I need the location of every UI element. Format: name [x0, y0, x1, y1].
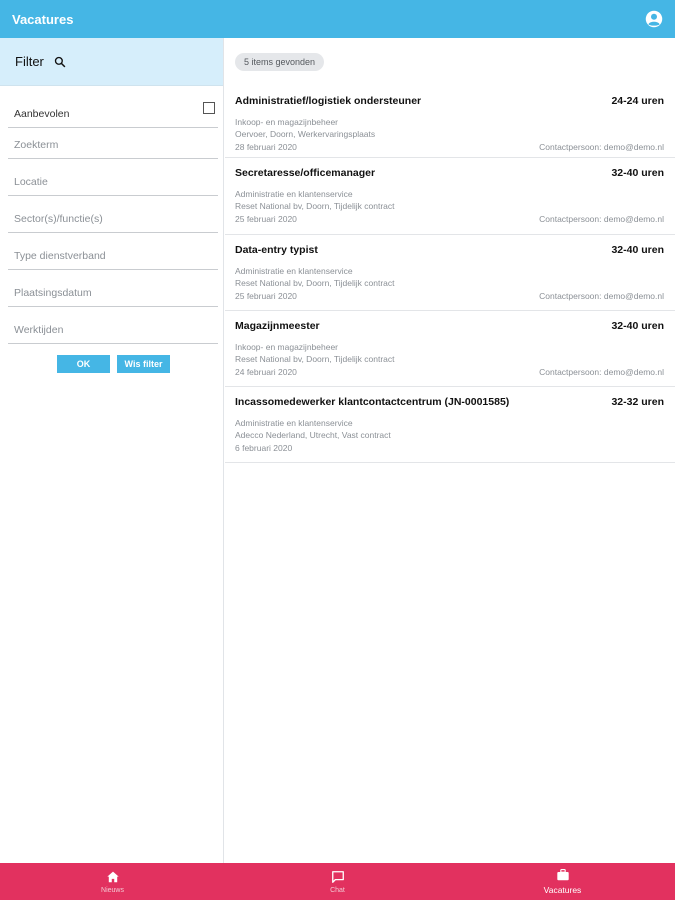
- vacancy-category: Inkoop- en magazijnbeheer: [235, 117, 339, 127]
- page-title: Vacatures: [12, 11, 74, 27]
- app: Vacatures Filter Aanbevolen Zoekterm Loc…: [0, 0, 675, 900]
- vacancy-contact: Contactpersoon: demo@demo.nl: [539, 291, 664, 301]
- vacancy-category: Administratie en klantenservice: [235, 189, 353, 199]
- vacancy-category: Administratie en klantenservice: [235, 418, 353, 428]
- bottom-navigation: Nieuws Chat Vacatures: [0, 863, 675, 900]
- zoekterm-field[interactable]: Zoekterm: [8, 128, 218, 159]
- locatie-field[interactable]: Locatie: [8, 159, 218, 196]
- locatie-placeholder: Locatie: [14, 176, 48, 188]
- vacancy-details: Reset National bv, Doorn, Tijdelijk cont…: [235, 354, 395, 364]
- vacancy-title: Data-entry typist: [235, 244, 318, 256]
- briefcase-icon: [556, 869, 569, 881]
- vacancy-title: Secretaresse/officemanager: [235, 167, 376, 179]
- nav-item-nieuws[interactable]: Nieuws: [0, 863, 225, 900]
- vacancy-card[interactable]: Administratief/logistiek ondersteuner 24…: [225, 86, 675, 158]
- vacancy-title: Incassomedewerker klantcontactcentrum (J…: [235, 396, 510, 408]
- vacancy-card[interactable]: Incassomedewerker klantcontactcentrum (J…: [225, 387, 675, 463]
- vacancy-details: Reset National bv, Doorn, Tijdelijk cont…: [235, 201, 395, 211]
- vacancy-title: Magazijnmeester: [235, 320, 320, 332]
- vacancy-hours: 32-32 uren: [611, 396, 664, 408]
- filter-panel: Filter Aanbevolen Zoekterm Locatie Secto…: [0, 38, 224, 863]
- vacancy-date: 6 februari 2020: [235, 443, 293, 453]
- vacancy-title: Administratief/logistiek ondersteuner: [235, 95, 422, 107]
- werktijden-field[interactable]: Werktijden: [8, 307, 218, 344]
- clear-filter-button[interactable]: Wis filter: [117, 355, 170, 373]
- vacancy-card[interactable]: Magazijnmeester 32-40 uren Inkoop- en ma…: [225, 311, 675, 387]
- vacancy-contact: Contactpersoon: demo@demo.nl: [539, 142, 664, 152]
- search-icon: [54, 56, 66, 67]
- sector-field[interactable]: Sector(s)/functie(s): [8, 196, 218, 233]
- nav-label-vacatures: Vacatures: [543, 885, 582, 895]
- aanbevolen-checkbox-row[interactable]: Aanbevolen: [8, 92, 218, 128]
- vacancy-list: 5 items gevonden Administratief/logistie…: [225, 38, 675, 863]
- ok-button[interactable]: OK: [57, 355, 110, 373]
- vacancy-category: Inkoop- en magazijnbeheer: [235, 342, 339, 352]
- nav-item-chat[interactable]: Chat: [225, 863, 450, 900]
- dienstverband-placeholder: Type dienstverband: [14, 250, 106, 262]
- vacancy-contact: Contactpersoon: demo@demo.nl: [539, 367, 664, 377]
- vacancy-date: 25 februari 2020: [235, 291, 297, 301]
- nav-label-nieuws: Nieuws: [101, 886, 124, 894]
- vacancy-details: Reset National bv, Doorn, Tijdelijk cont…: [235, 278, 395, 288]
- vacancy-card[interactable]: Data-entry typist 32-40 uren Administrat…: [225, 235, 675, 311]
- top-app-bar: Vacatures: [0, 0, 675, 38]
- plaatsingsdatum-placeholder: Plaatsingsdatum: [14, 287, 92, 299]
- chat-icon: [331, 870, 344, 883]
- vacancy-hours: 32-40 uren: [611, 244, 664, 256]
- vacancy-date: 28 februari 2020: [235, 142, 297, 152]
- vacancy-hours: 24-24 uren: [611, 95, 664, 107]
- vacancy-card[interactable]: Secretaresse/officemanager 32-40 uren Ad…: [225, 158, 675, 235]
- home-icon: [106, 871, 119, 882]
- nav-label-chat: Chat: [330, 886, 345, 894]
- aanbevolen-checkbox[interactable]: [203, 102, 215, 114]
- vacancy-hours: 32-40 uren: [611, 320, 664, 332]
- vacancy-category: Administratie en klantenservice: [235, 266, 353, 276]
- results-count-badge: 5 items gevonden: [235, 53, 325, 71]
- vacancy-details: Adecco Nederland, Utrecht, Vast contract: [235, 430, 391, 440]
- filter-title: Filter: [15, 54, 44, 69]
- vacancy-details: Oervoer, Doorn, Werkervaringsplaats: [235, 129, 376, 139]
- sector-placeholder: Sector(s)/functie(s): [14, 213, 103, 225]
- nav-item-vacatures[interactable]: Vacatures: [450, 863, 675, 900]
- account-circle-icon[interactable]: [645, 10, 663, 28]
- vacancy-date: 25 februari 2020: [235, 214, 297, 224]
- vacancy-date: 24 februari 2020: [235, 367, 297, 377]
- vacancy-contact: Contactpersoon: demo@demo.nl: [539, 214, 664, 224]
- dienstverband-field[interactable]: Type dienstverband: [8, 233, 218, 270]
- vacancy-hours: 32-40 uren: [611, 167, 664, 179]
- aanbevolen-label: Aanbevolen: [14, 108, 70, 120]
- plaatsingsdatum-field[interactable]: Plaatsingsdatum: [8, 270, 218, 307]
- werktijden-placeholder: Werktijden: [14, 324, 64, 336]
- filter-header[interactable]: Filter: [0, 38, 223, 86]
- zoekterm-placeholder: Zoekterm: [14, 139, 59, 151]
